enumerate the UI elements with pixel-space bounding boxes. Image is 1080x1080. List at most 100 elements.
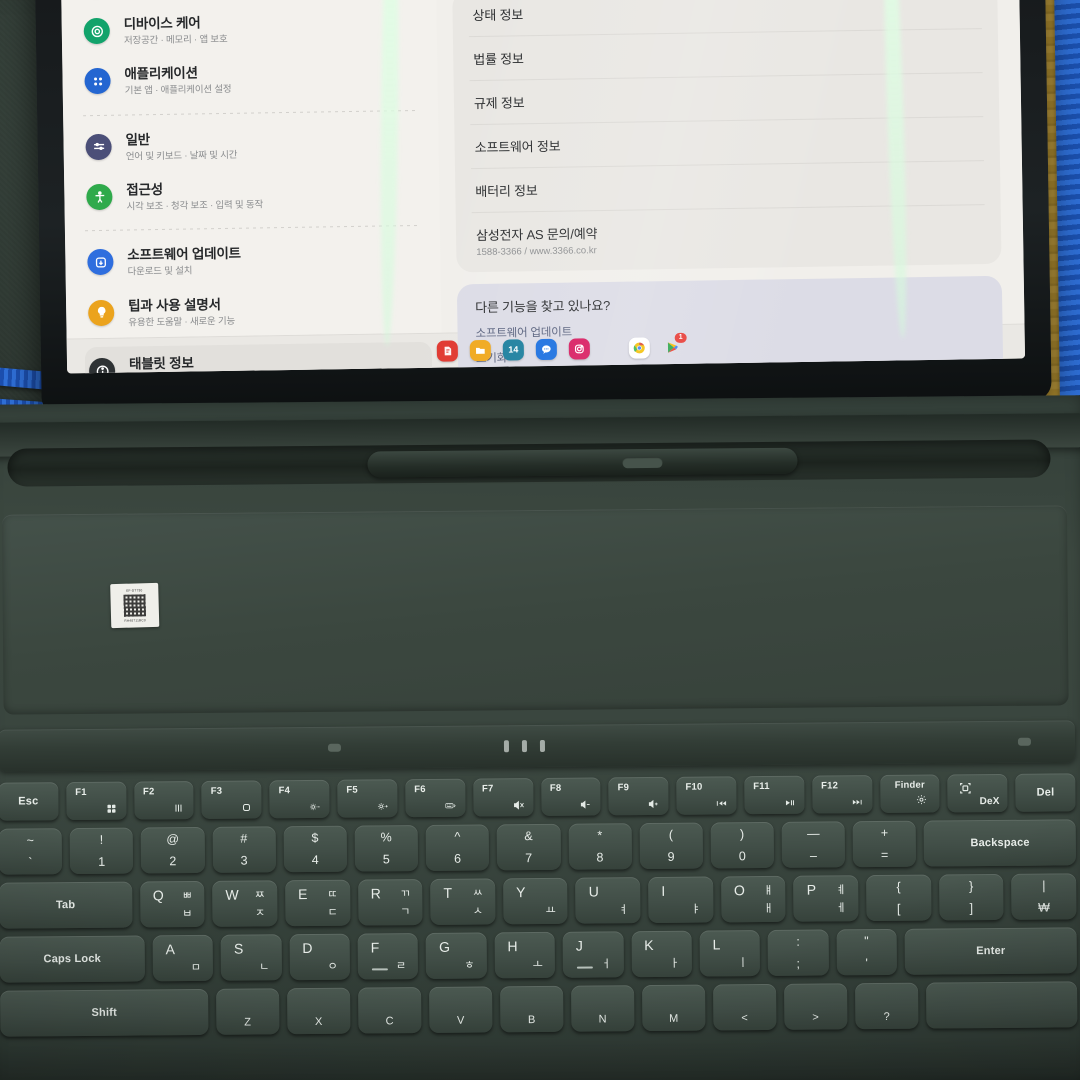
key-slash[interactable]: ? [854,982,919,1030]
key-comma[interactable]: < [712,983,777,1031]
key-shift-left[interactable]: Shift [0,988,209,1037]
key-z[interactable]: Z [215,988,280,1035]
detail-item-samsung-support[interactable]: 삼성전자 AS 문의/예약 1588-3366 / www.3366.co.kr [472,205,986,270]
key-k[interactable]: Kㅏ [631,930,692,978]
sidebar-item-device-care[interactable]: 디바이스 케어 저장공간 · 메모리 · 앱 보호 [79,2,427,58]
key-f[interactable]: Fㄹ [357,933,419,980]
key-f3[interactable]: F3 [201,780,262,819]
key-bracket-left[interactable]: {[ [866,874,932,922]
key-shift-right[interactable] [925,981,1078,1029]
settings-sidebar[interactable]: 사용 시간 · 앱 타이머 디바이스 케어 저장공간 · 메모리 · 앱 보호 [60,0,442,374]
sidebar-item-software-update[interactable]: 소프트웨어 업데이트 다운로드 및 설치 [83,233,431,289]
key-8[interactable]: * 8 [568,823,632,870]
key-f6[interactable]: F6 [405,778,466,818]
key-del[interactable]: Del [1015,773,1076,812]
key-semicolon[interactable]: :; [767,929,829,976]
key-q[interactable]: Q ㅃㅂ [139,880,205,928]
hinge-latch-left [327,743,342,752]
key-l[interactable]: Lㅣ [699,930,761,977]
trackpad[interactable] [1,505,1069,715]
my-files-icon[interactable] [469,339,492,361]
key-f8[interactable]: F8 [540,777,601,816]
key-f10[interactable]: F10 [676,776,737,815]
key-m[interactable]: M [641,984,706,1032]
key-caps-lock[interactable]: Caps Lock [0,935,145,983]
key-o[interactable]: O ㅒㅐ [720,875,786,923]
key-quote[interactable]: " ' [836,928,897,976]
key-v[interactable]: V [428,986,493,1033]
key-x[interactable]: X [286,987,351,1035]
key-9[interactable]: (9 [639,822,703,870]
key-n[interactable]: N [570,985,635,1032]
key-s[interactable]: Sㄴ [220,934,282,981]
samsung-messages-icon[interactable] [535,338,558,360]
key-7[interactable]: & 7 [496,823,561,871]
samsung-notes-icon[interactable] [436,339,459,362]
recents-icon [173,802,185,814]
key-f1[interactable]: F1 [66,781,127,821]
key-f5[interactable]: F5 [337,779,398,818]
key-equals[interactable]: + = [852,820,917,868]
sidebar-item-subtitle: 기본 앱 · 애플리케이션 설정 [124,84,232,97]
key-enter[interactable]: Enter [904,927,1078,975]
key-2[interactable]: @2 [141,826,205,874]
key-hangul-label: ㅅ [472,905,484,918]
key-w[interactable]: W ㅉㅈ [212,880,278,927]
sidebar-item-accessibility[interactable]: 접근성 시각 보조 · 청각 보조 · 입력 및 동작 [82,168,430,224]
key-r[interactable]: R ㄲㄱ [357,879,423,926]
key-hangul-label: ㅑ [690,903,702,916]
calendar-icon[interactable]: 14 [502,338,525,361]
key-f4[interactable]: F4 [269,779,330,819]
key-j[interactable]: Jㅓ [562,931,624,978]
key-f11[interactable]: F11 [744,775,805,815]
promo-link-software-update[interactable]: 소프트웨어 업데이트 [475,317,984,341]
key-f9[interactable]: F9 [608,776,669,816]
key-e[interactable]: E ㄸㄷ [284,879,351,927]
key-upper-label: $ [311,830,319,845]
key-0[interactable]: ) 0 [710,821,775,869]
key-6[interactable]: ^ 6 [425,824,490,871]
key-3[interactable]: #3 [212,826,276,873]
key-f2[interactable]: F2 [133,780,195,820]
key-bracket-right[interactable]: }] [938,873,1004,921]
sidebar-item-tips[interactable]: 팁과 사용 설명서 유용한 도움말 · 새로운 기능 [84,283,432,339]
key-u[interactable]: Uㅕ [575,877,641,924]
key-minus[interactable]: — – [781,821,846,868]
key-esc[interactable]: Esc [0,782,59,821]
key-g[interactable]: Gㅎ [425,932,487,979]
key-backslash-won[interactable]: | ₩ [1011,873,1077,920]
key-b[interactable]: B [499,985,564,1033]
key-row-bottom: Shift Z X C V B N M < > ? [0,981,1078,1037]
volume-up-icon [648,798,660,810]
key-c[interactable]: C [357,987,422,1034]
key-i[interactable]: Iㅑ [648,876,714,924]
key-5[interactable]: % 5 [354,825,419,872]
key-1[interactable]: ! 1 [69,827,134,875]
key-backspace[interactable]: Backspace [924,819,1077,867]
chrome-icon[interactable] [628,336,650,359]
key-f7[interactable]: F7 [472,778,534,817]
sidebar-item-about-tablet[interactable]: 태블릿 정보 [84,341,433,374]
key-f12[interactable]: F12 [811,775,873,814]
key-dex[interactable]: DeX [947,773,1008,813]
key-backtick[interactable]: ~ ` [0,828,63,875]
key-latin-label: G [439,938,451,955]
key-4[interactable]: $4 [283,825,347,873]
key-upper-label: " [864,934,869,949]
sidebar-item-general[interactable]: 일반 언어 및 키보드 · 날짜 및 시간 [81,117,429,173]
key-upper-label: & [524,829,533,844]
sidebar-divider [83,109,419,116]
instagram-icon[interactable] [568,337,591,360]
key-h[interactable]: Hㅗ [494,931,556,979]
key-period[interactable]: > [783,983,848,1030]
key-finder[interactable]: Finder [879,774,940,814]
key-tab[interactable]: Tab [0,881,133,929]
key-d[interactable]: Dㅇ [289,933,351,981]
sidebar-item-applications[interactable]: 애플리케이션 기본 앱 · 애플리케이션 설정 [80,52,428,108]
key-p[interactable]: P ㅖㅔ [793,875,859,922]
key-upper-label: { [896,879,901,894]
key-t[interactable]: T ㅆㅅ [430,878,496,925]
key-a[interactable]: Aㅁ [152,934,214,982]
play-store-icon[interactable]: 1 [662,332,687,357]
key-y[interactable]: Yㅛ [502,877,568,925]
